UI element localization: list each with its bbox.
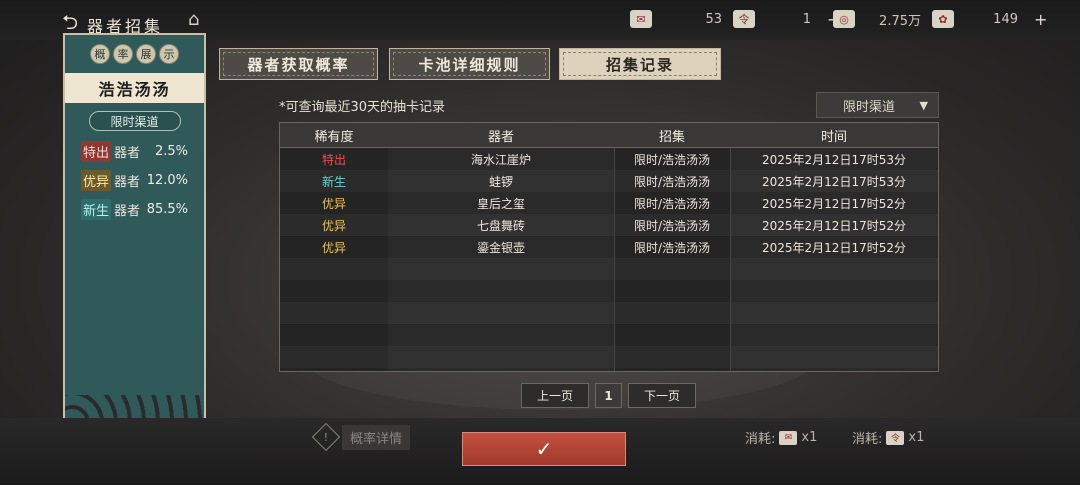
rate-label: 器者 bbox=[114, 146, 141, 161]
cell-rarity: 新生 bbox=[321, 174, 346, 189]
ornament-icon: ✿ bbox=[932, 10, 954, 28]
table-row: 特出 海水江崖炉 限时/浩浩汤汤 2025年2月12日17时53分 bbox=[280, 148, 938, 170]
rate-percent: 85.5% bbox=[146, 202, 188, 217]
table-row: 新生 蛙锣 限时/浩浩汤汤 2025年2月12日17时53分 bbox=[280, 170, 938, 192]
coin-icon: ◎ bbox=[833, 10, 855, 28]
resource-ornament: ✿ 149 + bbox=[932, 8, 1047, 30]
rate-row-special: 特出 器者 2.5% bbox=[65, 137, 204, 166]
prev-page-button[interactable]: 上一页 bbox=[521, 383, 589, 408]
rate-percent: 12.0% bbox=[146, 173, 188, 188]
channel-filter-dropdown[interactable]: 限时渠道 ▼ bbox=[816, 92, 939, 118]
resource-value: 2.75万 bbox=[879, 13, 921, 29]
row-stripe bbox=[280, 302, 938, 324]
row-stripe bbox=[280, 346, 938, 368]
rate-detail-button[interactable]: ! 概率详情 bbox=[311, 422, 411, 452]
cell-rarity: 优异 bbox=[321, 218, 346, 233]
rate-label: 器者 bbox=[114, 175, 141, 190]
rate-label: 器者 bbox=[114, 204, 141, 219]
cell-recruit: 限时/浩浩汤汤 bbox=[633, 240, 711, 255]
rarity-tag: 特出 bbox=[81, 141, 112, 162]
channel-badge: 限时渠道 bbox=[88, 111, 181, 131]
records-note: *可查询最近30天的抽卡记录 bbox=[279, 100, 446, 115]
probability-panel-header: 概 率 展 示 bbox=[65, 35, 204, 73]
column-header-rarity: 稀有度 bbox=[314, 129, 354, 145]
resource-value: 1 bbox=[802, 11, 811, 27]
cell-item: 鎏金银壶 bbox=[476, 240, 525, 255]
records-table: 稀有度 器者 招集 时间 特出 海水江崖炉 限时/浩浩汤汤 2025年2月12日… bbox=[279, 122, 939, 372]
cell-recruit: 限时/浩浩汤汤 bbox=[633, 152, 711, 167]
table-header: 稀有度 器者 招集 时间 bbox=[280, 123, 938, 148]
token-icon: 令 bbox=[733, 10, 755, 28]
cell-rarity: 优异 bbox=[321, 240, 346, 255]
cell-rarity: 特出 bbox=[321, 152, 346, 167]
cell-recruit: 限时/浩浩汤汤 bbox=[633, 196, 711, 211]
home-icon[interactable]: ⌂ bbox=[188, 9, 199, 30]
cell-time: 2025年2月12日17时53分 bbox=[762, 152, 906, 167]
tab-pool-rules[interactable]: 卡池详细规则 bbox=[389, 48, 550, 80]
rate-detail-label: 概率详情 bbox=[342, 424, 411, 450]
table-row: 优异 皇后之玺 限时/浩浩汤汤 2025年2月12日17时52分 bbox=[280, 192, 938, 214]
cost-quantity: x1 bbox=[908, 430, 925, 445]
rate-row-excellent: 优异 器者 12.0% bbox=[65, 166, 204, 195]
cell-time: 2025年2月12日17时52分 bbox=[762, 240, 906, 255]
cost-label: 消耗: bbox=[745, 432, 776, 447]
letter-icon: ✉ bbox=[779, 430, 798, 445]
cost-letter: 消耗: ✉ x1 bbox=[745, 428, 817, 447]
header-char: 率 bbox=[113, 44, 133, 64]
checkmark-icon: ✓ bbox=[535, 437, 553, 461]
add-ornament-button[interactable]: + bbox=[1034, 10, 1047, 29]
tab-recruit-records[interactable]: 招集记录 bbox=[559, 48, 721, 80]
cell-recruit: 限时/浩浩汤汤 bbox=[633, 174, 711, 189]
cell-item: 海水江崖炉 bbox=[470, 152, 531, 167]
table-row: 优异 七盘舞砖 限时/浩浩汤汤 2025年2月12日17时52分 bbox=[280, 214, 938, 236]
cost-label: 消耗: bbox=[852, 432, 883, 447]
next-page-button[interactable]: 下一页 bbox=[628, 383, 696, 408]
cell-time: 2025年2月12日17时52分 bbox=[762, 196, 906, 211]
confirm-button[interactable]: ✓ bbox=[462, 432, 626, 466]
token-icon: 令 bbox=[886, 430, 905, 445]
resource-value: 149 bbox=[993, 11, 1018, 27]
probability-panel: 概 率 展 示 浩浩汤汤 限时渠道 特出 器者 2.5% 优异 器者 12.0%… bbox=[63, 33, 206, 425]
table-row: 优异 鎏金银壶 限时/浩浩汤汤 2025年2月12日17时52分 bbox=[280, 236, 938, 258]
row-stripe bbox=[280, 258, 938, 280]
rate-percent: 2.5% bbox=[154, 144, 188, 159]
header-char: 展 bbox=[136, 44, 156, 64]
resource-token: 令 1 + bbox=[733, 8, 840, 30]
header-char: 概 bbox=[90, 44, 110, 64]
pool-name: 浩浩汤汤 bbox=[65, 73, 204, 103]
column-header-time: 时间 bbox=[820, 129, 847, 145]
column-header-item: 器者 bbox=[487, 129, 514, 145]
cell-item: 七盘舞砖 bbox=[476, 218, 525, 233]
warning-diamond-icon: ! bbox=[311, 422, 341, 452]
cost-token: 消耗: 令 x1 bbox=[852, 428, 924, 447]
cell-item: 蛙锣 bbox=[488, 174, 513, 189]
cell-time: 2025年2月12日17时52分 bbox=[762, 218, 906, 233]
resource-value: 53 bbox=[705, 11, 722, 27]
table-body: 特出 海水江崖炉 限时/浩浩汤汤 2025年2月12日17时53分 新生 蛙锣 … bbox=[280, 148, 938, 371]
letter-icon: ✉ bbox=[630, 10, 652, 28]
rarity-tag: 新生 bbox=[81, 199, 112, 220]
cell-recruit: 限时/浩浩汤汤 bbox=[633, 218, 711, 233]
channel-filter-value: 限时渠道 bbox=[843, 99, 896, 115]
cell-time: 2025年2月12日17时53分 bbox=[762, 174, 906, 189]
tab-acquire-rates[interactable]: 器者获取概率 bbox=[219, 48, 378, 80]
page-number: 1 bbox=[595, 383, 622, 408]
caret-down-icon: ▼ bbox=[919, 99, 928, 112]
header-char: 示 bbox=[159, 44, 179, 64]
cell-item: 皇后之玺 bbox=[476, 196, 525, 211]
rarity-tag: 优异 bbox=[81, 170, 112, 191]
rate-row-new: 新生 器者 85.5% bbox=[65, 195, 204, 224]
cell-rarity: 优异 bbox=[321, 196, 346, 211]
cost-quantity: x1 bbox=[801, 430, 818, 445]
column-header-recruit: 招集 bbox=[658, 129, 685, 145]
